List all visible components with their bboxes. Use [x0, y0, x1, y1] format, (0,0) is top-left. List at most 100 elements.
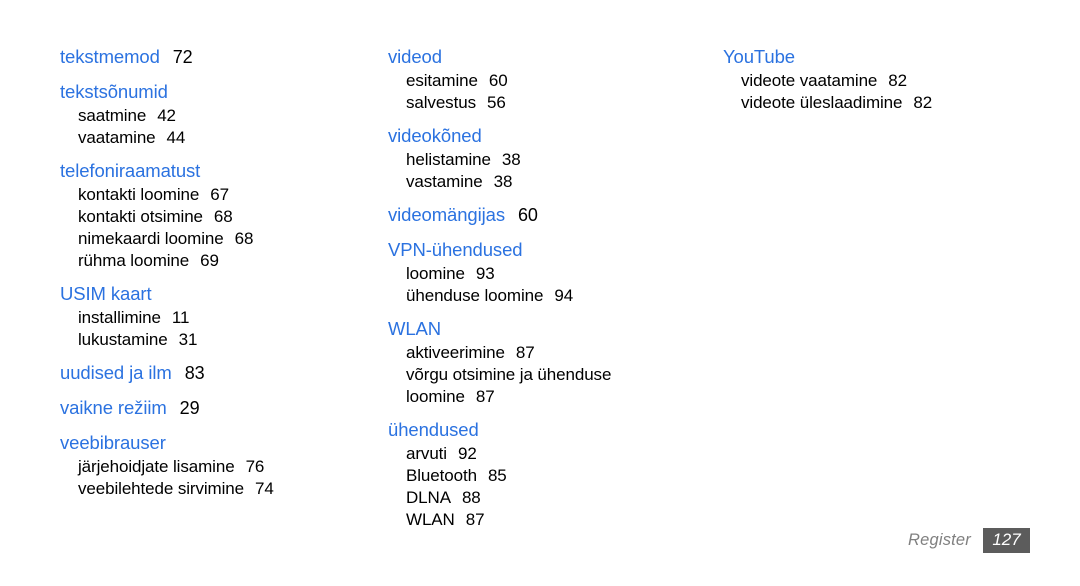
index-subentry[interactable]: lukustamine 31: [60, 329, 370, 351]
index-heading-label: vaikne režiim: [60, 397, 167, 418]
index-heading-page-number: 72: [172, 47, 193, 67]
index-heading-page-number: 60: [517, 205, 538, 225]
index-subentry[interactable]: arvuti 92: [388, 443, 698, 465]
index-subentry[interactable]: rühma loomine 69: [60, 250, 370, 272]
index-subentry[interactable]: Bluetooth 85: [388, 465, 698, 487]
index-subentry-list: arvuti 92 Bluetooth 85 DLNA 88 WLAN 87: [388, 443, 698, 531]
index-entry-group: USIM kaart installimine 11 lukustamine 31: [60, 281, 370, 351]
index-subentry-list: esitamine 60 salvestus 56: [388, 70, 698, 114]
index-subentry-page-number: 38: [501, 150, 521, 169]
index-heading-label: telefoniraamatust: [60, 160, 201, 181]
index-subentry-label: Bluetooth: [406, 466, 477, 485]
index-subentry[interactable]: kontakti loomine 67: [60, 184, 370, 206]
index-heading[interactable]: USIM kaart: [60, 281, 370, 307]
index-heading[interactable]: tekstsõnumid: [60, 79, 370, 105]
index-subentry[interactable]: vastamine 38: [388, 171, 698, 193]
index-heading[interactable]: uudised ja ilm 83: [60, 360, 370, 386]
index-subentry[interactable]: saatmine 42: [60, 105, 370, 127]
index-entry-group: VPN-ühendused loomine 93 ühenduse loomine 94: [388, 237, 698, 307]
index-subentry-page-number: 76: [245, 457, 265, 476]
index-subentry[interactable]: loomine 93: [388, 263, 698, 285]
index-subentry[interactable]: loomine 87: [388, 386, 698, 408]
index-entry-group: telefoniraamatust kontakti loomine 67 konta…: [60, 158, 370, 272]
index-subentry[interactable]: veebilehtede sirvimine 74: [60, 478, 370, 500]
index-subentry-list: järjehoidjate lisamine 76 veebilehtede sir…: [60, 456, 370, 500]
index-subentry[interactable]: esitamine 60: [388, 70, 698, 92]
index-heading-label: tekstmemod: [60, 46, 160, 67]
page-footer: Register 127: [0, 520, 1080, 586]
index-subentry-page-number: 82: [888, 71, 907, 90]
index-subentry-page-number: 87: [515, 343, 535, 362]
index-heading-label: uudised ja ilm: [60, 362, 172, 383]
index-subentry-list: installimine 11 lukustamine 31: [60, 307, 370, 351]
index-subentry-label: võrgu otsimine ja ühenduse: [406, 365, 612, 384]
index-subentry-list: loomine 93 ühenduse loomine 94: [388, 263, 698, 307]
index-entry-group: uudised ja ilm 83: [60, 360, 370, 386]
index-heading[interactable]: WLAN: [388, 316, 698, 342]
index-subentry-label: nimekaardi loomine: [78, 229, 224, 248]
index-heading[interactable]: vaikne režiim 29: [60, 395, 370, 421]
index-subentry-page-number: 93: [475, 264, 495, 283]
index-subentry[interactable]: nimekaardi loomine 68: [60, 228, 370, 250]
index-entry-group: videokõned helistamine 38 vastamine 38: [388, 123, 698, 193]
index-heading[interactable]: videomängijas 60: [388, 202, 698, 228]
index-heading-label: VPN-ühendused: [388, 239, 523, 260]
index-heading-label: WLAN: [388, 318, 442, 339]
index-subentry-page-number: 88: [461, 488, 481, 507]
footer-section-label: Register: [907, 531, 971, 549]
index-subentry[interactable]: järjehoidjate lisamine 76: [60, 456, 370, 478]
index-subentry-label: saatmine: [78, 106, 147, 125]
index-heading[interactable]: telefoniraamatust: [60, 158, 370, 184]
index-heading[interactable]: YouTube: [723, 44, 1043, 70]
index-subentry[interactable]: videote üleslaadimine 82: [723, 92, 1043, 114]
index-column-1: tekstmemod 72 tekstsõnumid saatmine 42 vaatam…: [60, 44, 370, 509]
index-columns: tekstmemod 72 tekstsõnumid saatmine 42 vaatam…: [0, 0, 1080, 529]
index-subentry-label: lukustamine: [78, 330, 168, 349]
index-subentry-page-number: 82: [913, 93, 933, 112]
index-heading[interactable]: videokõned: [388, 123, 698, 149]
index-subentry[interactable]: DLNA 88: [388, 487, 698, 509]
index-subentry-page-number: 94: [554, 286, 574, 305]
index-entry-group: WLAN aktiveerimine 87 võrgu otsimine ja ühe…: [388, 316, 698, 408]
index-column-2: videod esitamine 60 salvestus 56 videokõned he…: [388, 44, 698, 540]
index-entry-group: tekstmemod 72: [60, 44, 370, 70]
index-subentry-page-number: 74: [255, 479, 274, 498]
index-subentry[interactable]: kontakti otsimine 68: [60, 206, 370, 228]
index-subentry-page-number: 67: [210, 185, 229, 204]
index-subentry-label: DLNA: [406, 488, 451, 507]
index-subentry[interactable]: vaatamine 44: [60, 127, 370, 149]
index-subentry-list: videote vaatamine 82 videote üleslaadimine…: [723, 70, 1043, 114]
index-subentry[interactable]: võrgu otsimine ja ühenduse: [388, 364, 698, 386]
footer-content: Register 127: [908, 528, 1030, 553]
index-subentry[interactable]: installimine 11: [60, 307, 370, 329]
index-subentry-label: installimine: [78, 308, 161, 327]
index-subentry-label: veebilehtede sirvimine: [78, 479, 244, 498]
index-subentry-label: helistamine: [406, 150, 491, 169]
index-heading[interactable]: ühendused: [388, 417, 698, 443]
index-subentry-page-number: 11: [171, 308, 190, 327]
footer-page-number: 127: [983, 528, 1030, 553]
index-subentry-page-number: 42: [157, 106, 176, 125]
index-entry-group: ühendused arvuti 92 Bluetooth 85 DLNA 88 WLAN 87: [388, 417, 698, 531]
index-heading-label: tekstsõnumid: [60, 81, 168, 102]
index-subentry-label: rühma loomine: [78, 251, 190, 270]
index-subentry-label: vaatamine: [78, 128, 156, 147]
index-subentry[interactable]: aktiveerimine 87: [388, 342, 698, 364]
index-subentry[interactable]: salvestus 56: [388, 92, 698, 114]
index-heading[interactable]: videod: [388, 44, 698, 70]
index-subentry-label: vastamine: [406, 172, 483, 191]
index-heading-label: veebibrauser: [60, 432, 166, 453]
index-subentry[interactable]: ühenduse loomine 94: [388, 285, 698, 307]
index-subentry-page-number: 85: [487, 466, 507, 485]
index-subentry[interactable]: videote vaatamine 82: [723, 70, 1043, 92]
index-entry-group: YouTube videote vaatamine 82 videote ülesla…: [723, 44, 1043, 114]
index-subentry-label: videote üleslaadimine: [741, 93, 903, 112]
index-heading[interactable]: veebibrauser: [60, 430, 370, 456]
index-heading[interactable]: VPN-ühendused: [388, 237, 698, 263]
index-heading-label: videomängijas: [388, 204, 505, 225]
index-page: tekstmemod 72 tekstsõnumid saatmine 42 vaatam…: [0, 0, 1080, 586]
index-subentry[interactable]: helistamine 38: [388, 149, 698, 171]
index-subentry-list: aktiveerimine 87 võrgu otsimine ja ühendus…: [388, 342, 698, 408]
index-heading[interactable]: tekstmemod 72: [60, 44, 370, 70]
index-entry-group: tekstsõnumid saatmine 42 vaatamine 44: [60, 79, 370, 149]
